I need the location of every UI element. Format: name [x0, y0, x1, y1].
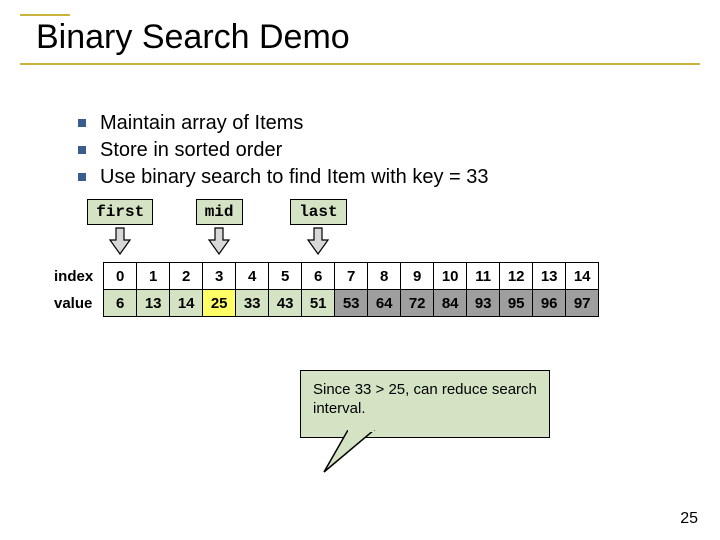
- value-cell: 14: [170, 290, 203, 317]
- index-cell: 7: [335, 263, 368, 290]
- index-cell: 14: [566, 263, 599, 290]
- bullet-item: Store in sorted order: [78, 137, 690, 164]
- pointer-label-mid: mid: [196, 199, 243, 225]
- value-cell: 13: [137, 290, 170, 317]
- arrow-down-icon: [207, 226, 231, 256]
- row-header-index: index: [48, 263, 104, 290]
- row-header-value: value: [48, 290, 104, 317]
- index-cell: 3: [203, 263, 236, 290]
- callout-box: Since 33 > 25, can reduce search interva…: [300, 370, 550, 438]
- bullet-item: Maintain array of Items: [78, 110, 690, 137]
- value-cell: 43: [269, 290, 302, 317]
- pointer-label-first: first: [87, 199, 153, 225]
- value-cell: 96: [533, 290, 566, 317]
- callout-tail-icon: [320, 430, 380, 474]
- value-cell: 84: [434, 290, 467, 317]
- page-number: 25: [680, 510, 698, 528]
- index-cell: 0: [104, 263, 137, 290]
- value-cell: 51: [302, 290, 335, 317]
- value-cell: 97: [566, 290, 599, 317]
- arrow-down-icon: [108, 226, 132, 256]
- index-cell: 8: [368, 263, 401, 290]
- index-cell: 6: [302, 263, 335, 290]
- value-cell: 72: [401, 290, 434, 317]
- value-cell: 95: [500, 290, 533, 317]
- index-cell: 5: [269, 263, 302, 290]
- index-cell: 2: [170, 263, 203, 290]
- index-cell: 4: [236, 263, 269, 290]
- value-cell: 6: [104, 290, 137, 317]
- value-cell: 93: [467, 290, 500, 317]
- arrow-down-icon: [306, 226, 330, 256]
- value-cell: 33: [236, 290, 269, 317]
- array-table: index 01234567891011121314 value 6131425…: [48, 262, 599, 317]
- value-cell: 25: [203, 290, 236, 317]
- index-cell: 12: [500, 263, 533, 290]
- value-cell: 64: [368, 290, 401, 317]
- bullet-item: Use binary search to find Item with key …: [78, 164, 690, 191]
- value-cell: 53: [335, 290, 368, 317]
- index-cell: 11: [467, 263, 500, 290]
- pointer-label-last: last: [290, 199, 346, 225]
- slide-title: Binary Search Demo: [20, 18, 700, 61]
- index-cell: 10: [434, 263, 467, 290]
- index-cell: 9: [401, 263, 434, 290]
- index-cell: 1: [137, 263, 170, 290]
- index-cell: 13: [533, 263, 566, 290]
- bullet-list: Maintain array of Items Store in sorted …: [38, 110, 690, 191]
